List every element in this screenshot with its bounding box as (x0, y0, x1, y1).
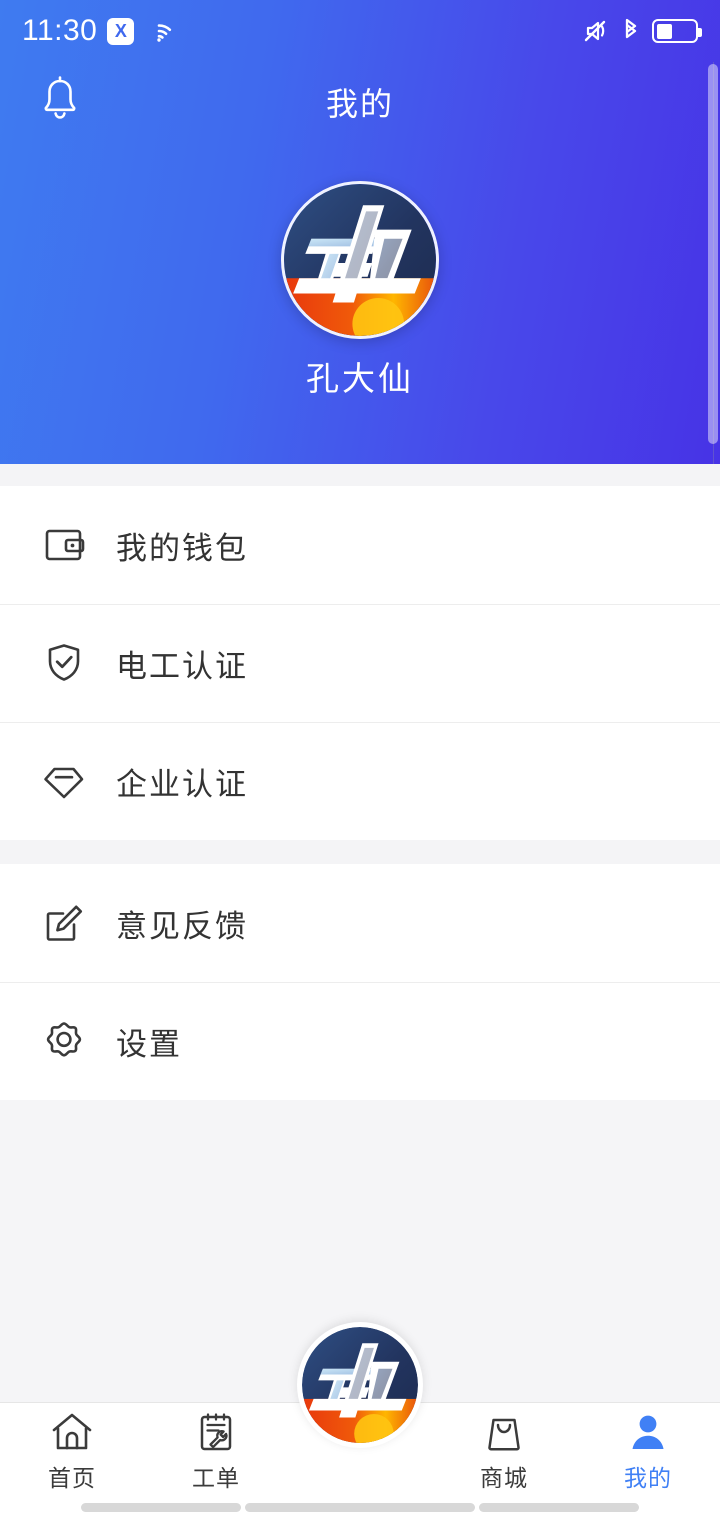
tab-label: 我的 (624, 1465, 672, 1491)
mute-icon (582, 18, 610, 44)
status-bar-right (582, 18, 702, 44)
page-title: 我的 (325, 86, 394, 122)
tab-mine[interactable]: 我的 (576, 1403, 720, 1495)
tab-work-orders[interactable]: 工单 (144, 1403, 288, 1495)
menu-item-label: 企业认证 (116, 766, 248, 802)
list-gap-top (0, 464, 720, 486)
app-logo-avatar (281, 181, 439, 339)
tab-mall[interactable]: 商城 (432, 1403, 576, 1495)
gesture-segment-home[interactable] (245, 1502, 475, 1512)
edit-pencil-icon (36, 895, 92, 951)
gesture-segment-back[interactable] (81, 1502, 241, 1512)
avatar[interactable] (281, 181, 439, 339)
app-logo-fab (302, 1327, 418, 1443)
gesture-segment-recents[interactable] (479, 1502, 639, 1512)
system-gesture-bar (0, 1494, 720, 1520)
center-action-button[interactable] (297, 1322, 423, 1448)
tab-home[interactable]: 首页 (0, 1403, 144, 1495)
shield-check-icon (36, 635, 92, 691)
menu-group-two: 意见反馈 设置 (0, 864, 720, 1100)
person-icon (627, 1409, 669, 1455)
battery-icon (652, 19, 702, 43)
status-time: 11:30 (22, 14, 98, 47)
bluetooth-icon (621, 18, 641, 44)
menu-item-label: 我的钱包 (116, 530, 248, 566)
profile-header: 11:30 X 我的 孔大仙 (0, 0, 720, 464)
status-bar: 11:30 X (0, 0, 720, 62)
profile-username: 孔大仙 (306, 360, 414, 397)
home-icon (50, 1409, 94, 1455)
app-screen: 11:30 X 我的 孔大仙 我的钱包 电工认证 企业认证 意见反馈 设置 首页… (0, 0, 720, 1520)
status-bar-left: 11:30 X (22, 16, 174, 46)
scrollbar-thumb[interactable] (708, 64, 718, 444)
menu-group-one: 我的钱包 电工认证 企业认证 (0, 486, 720, 840)
diamond-icon (36, 753, 92, 809)
menu-list: 我的钱包 电工认证 企业认证 意见反馈 设置 (0, 464, 720, 1100)
tab-label: 首页 (48, 1465, 96, 1491)
battery-fill (656, 23, 673, 39)
nav-bar: 我的 (0, 62, 720, 142)
menu-item-electrician-cert[interactable]: 电工认证 (0, 604, 720, 722)
menu-item-label: 电工认证 (116, 648, 248, 684)
x-badge-icon: X (107, 17, 135, 45)
gear-icon (36, 1013, 92, 1069)
menu-item-enterprise-cert[interactable]: 企业认证 (0, 722, 720, 840)
menu-item-settings[interactable]: 设置 (0, 982, 720, 1100)
menu-item-feedback[interactable]: 意见反馈 (0, 864, 720, 982)
menu-item-label: 意见反馈 (116, 908, 248, 944)
menu-item-wallet[interactable]: 我的钱包 (0, 486, 720, 604)
wifi-icon (144, 19, 174, 43)
menu-item-label: 设置 (116, 1026, 182, 1062)
tab-label: 工单 (192, 1465, 240, 1491)
shopping-bag-icon (483, 1409, 525, 1455)
clipboard-wrench-icon (195, 1409, 237, 1455)
wallet-icon (36, 517, 92, 573)
tab-label: 商城 (480, 1465, 528, 1491)
list-gap-middle (0, 840, 720, 864)
